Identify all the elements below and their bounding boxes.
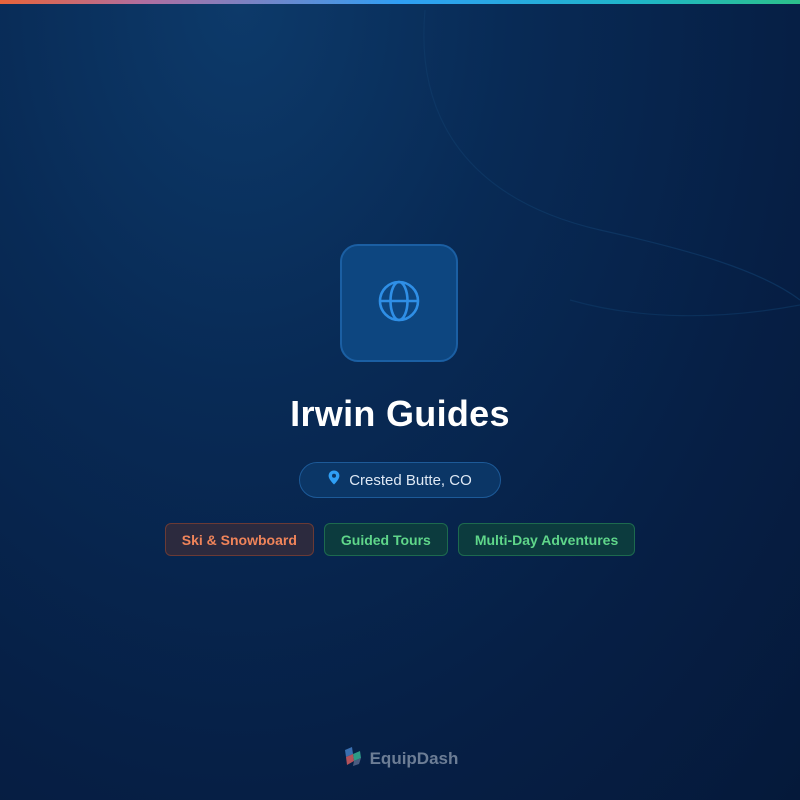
footer-brand: EquipDash (0, 745, 800, 772)
tag-multi-day-adventures: Multi-Day Adventures (457, 523, 636, 556)
activity-tags: Ski & Snowboard Guided Tours Multi-Day A… (0, 523, 800, 556)
company-logo-tile (340, 244, 458, 362)
globe-icon (376, 278, 422, 329)
map-pin-icon (328, 470, 340, 490)
location-text: Crested Butte, CO (349, 471, 472, 489)
brand-name: EquipDash (369, 748, 459, 768)
tag-guided-tours: Guided Tours (323, 523, 448, 556)
equipdash-logo-icon (342, 745, 364, 772)
company-name: Irwin Guides (290, 393, 510, 434)
location-badge: Crested Butte, CO (299, 462, 501, 498)
tag-ski-snowboard: Ski & Snowboard (164, 523, 314, 556)
top-accent-bar (0, 0, 800, 4)
